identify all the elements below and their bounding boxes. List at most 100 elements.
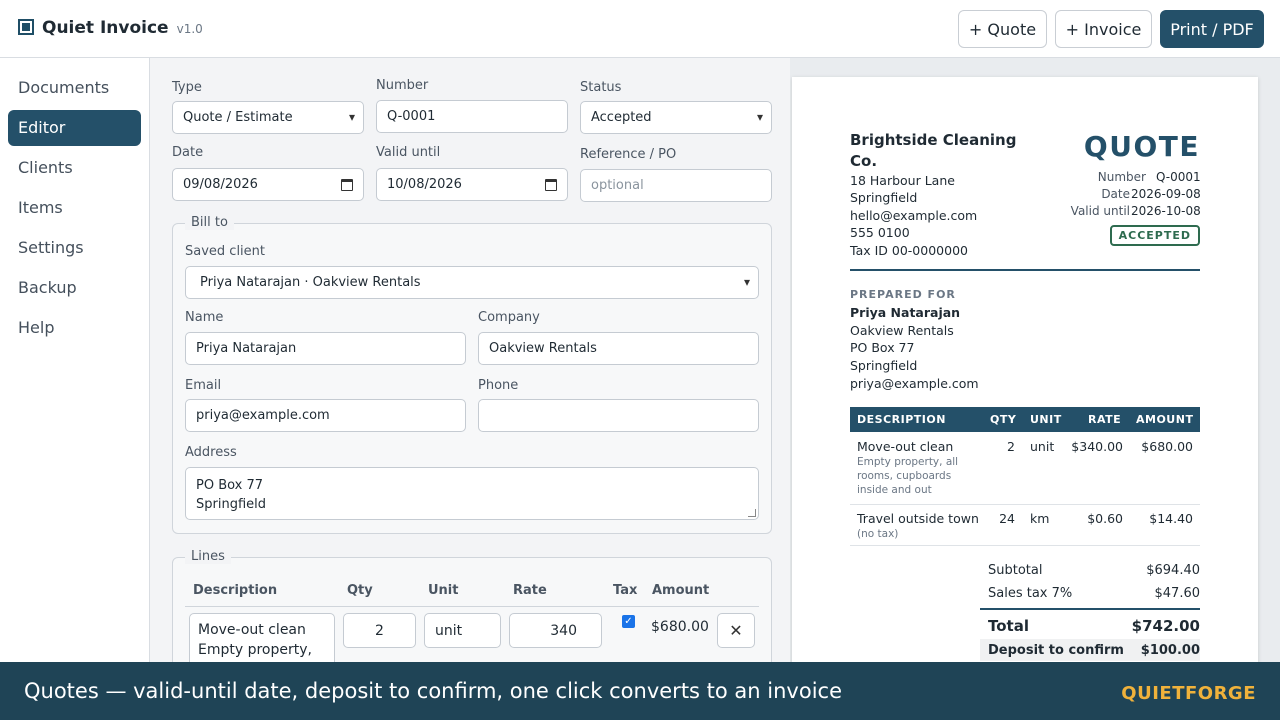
status-select[interactable]: Accepted: [580, 101, 772, 134]
calendar-icon[interactable]: [341, 179, 353, 191]
saved-client-select[interactable]: Priya Natarajan · Oakview Rentals: [185, 266, 759, 299]
address-line: Springfield: [196, 497, 267, 512]
print-pdf-button[interactable]: Print / PDF: [1160, 10, 1264, 48]
row-divider: [850, 504, 1200, 505]
preview-col-qty: QTY: [990, 413, 1017, 426]
preview-item-note: (no tax): [857, 528, 899, 540]
app-title: Quiet Invoice: [42, 18, 169, 38]
sidebar-item-documents[interactable]: Documents: [8, 70, 141, 106]
client-company: Oakview Rentals: [850, 323, 954, 338]
top-bar: Quiet Invoice v1.0 + Quote + Invoice Pri…: [0, 0, 1280, 58]
line-unit-value: unit: [435, 622, 463, 639]
line-description-text: Empty property,: [198, 642, 312, 658]
date-label: Date: [172, 145, 204, 160]
sidebar-item-settings[interactable]: Settings: [8, 230, 141, 266]
line-description-textarea[interactable]: Move-out clean Empty property,: [189, 613, 335, 662]
status-label: Status: [580, 80, 622, 95]
table-divider: [185, 606, 759, 607]
company-address-line: 18 Harbour Lane: [850, 173, 955, 188]
remove-line-button[interactable]: ✕: [717, 613, 755, 648]
line-qty-input[interactable]: 2: [343, 613, 416, 648]
close-icon: ✕: [729, 621, 743, 640]
company-input[interactable]: Oakview Rentals: [478, 332, 759, 365]
footer-tagline: Quotes — valid-until date, deposit to co…: [24, 679, 842, 703]
document-preview: Brightside Cleaning Co. 18 Harbour Lane …: [792, 77, 1258, 662]
sidebar-item-help[interactable]: Help: [8, 310, 141, 346]
reference-input[interactable]: optional: [580, 169, 772, 202]
app-version: v1.0: [176, 22, 203, 36]
sidebar-item-editor[interactable]: Editor: [8, 110, 141, 146]
meta-number-value: Q-0001: [1156, 170, 1201, 184]
preview-item-note: Empty property, all rooms, cupboards ins…: [857, 456, 959, 496]
document-title: QUOTE: [1083, 130, 1200, 163]
deposit-value: $100.00: [1140, 643, 1200, 658]
subtotal-value: $694.40: [1146, 563, 1200, 578]
preview-col-unit: UNIT: [1030, 413, 1062, 426]
resize-handle-icon[interactable]: [748, 509, 756, 517]
col-header-rate: Rate: [513, 583, 547, 598]
date-value: 09/08/2026: [183, 177, 258, 192]
preview-item-amount: $680.00: [1141, 439, 1193, 454]
company-city: Springfield: [850, 190, 918, 205]
company-email: hello@example.com: [850, 208, 978, 223]
preview-table-header: DESCRIPTION QTY UNIT RATE AMOUNT: [850, 407, 1200, 432]
preview-col-description: DESCRIPTION: [857, 413, 946, 426]
name-value: Priya Natarajan: [196, 341, 297, 356]
meta-date-label: Date: [1101, 187, 1130, 201]
name-input[interactable]: Priya Natarajan: [185, 332, 466, 365]
preview-item-unit: unit: [1030, 439, 1055, 454]
client-name: Priya Natarajan: [850, 305, 961, 320]
col-header-unit: Unit: [428, 583, 459, 598]
preview-item-unit: km: [1030, 511, 1050, 526]
client-city: Springfield: [850, 358, 918, 373]
promo-footer: Quotes — valid-until date, deposit to co…: [0, 662, 1280, 720]
sidebar-item-items[interactable]: Items: [8, 190, 141, 226]
preview-item-description: Move-out clean: [857, 439, 954, 454]
date-input[interactable]: 09/08/2026: [172, 168, 364, 201]
address-textarea[interactable]: PO Box 77 Springfield: [185, 467, 759, 520]
reference-placeholder: optional: [591, 178, 644, 193]
preview-item-qty: 24: [999, 511, 1015, 526]
client-address: PO Box 77: [850, 340, 915, 355]
type-label: Type: [172, 80, 202, 95]
meta-valid-label: Valid until: [1070, 204, 1130, 218]
saved-client-value: Priya Natarajan · Oakview Rentals: [200, 275, 421, 290]
address-line: PO Box 77: [196, 478, 264, 493]
address-label: Address: [185, 445, 237, 460]
col-header-amount: Amount: [652, 583, 710, 598]
new-quote-button[interactable]: + Quote: [958, 10, 1047, 48]
line-rate-input[interactable]: 340: [509, 613, 602, 648]
subtotal-label: Subtotal: [988, 563, 1043, 578]
number-value: Q-0001: [387, 109, 436, 124]
company-tax-id: Tax ID 00-0000000: [850, 243, 968, 258]
preview-item-qty: 2: [1007, 439, 1015, 454]
sidebar-item-clients[interactable]: Clients: [8, 150, 141, 186]
calendar-icon[interactable]: [545, 179, 557, 191]
valid-until-input[interactable]: 10/08/2026: [376, 168, 568, 201]
line-tax-checkbox[interactable]: ✓: [622, 615, 635, 628]
preview-item-rate: $340.00: [1071, 439, 1123, 454]
header-rule: [850, 269, 1200, 271]
line-unit-input[interactable]: unit: [424, 613, 501, 648]
line-rate-value: 340: [550, 622, 577, 639]
company-value: Oakview Rentals: [489, 341, 597, 356]
row-divider: [850, 545, 1200, 546]
col-header-tax: Tax: [613, 583, 638, 598]
meta-valid-value: 2026-10-08: [1131, 204, 1201, 218]
deposit-label: Deposit to confirm: [988, 643, 1124, 658]
prepared-for-label: PREPARED FOR: [850, 288, 956, 301]
phone-input[interactable]: [478, 399, 759, 432]
editor-panel: Type Quote / Estimate Number Q-0001 Stat…: [150, 58, 790, 662]
sidebar-item-backup[interactable]: Backup: [8, 270, 141, 306]
number-label: Number: [376, 78, 429, 93]
email-input[interactable]: priya@example.com: [185, 399, 466, 432]
status-badge: ACCEPTED: [1109, 225, 1200, 246]
preview-item-amount: $14.40: [1149, 511, 1193, 526]
new-invoice-button[interactable]: + Invoice: [1055, 10, 1152, 48]
total-label: Total: [988, 617, 1029, 635]
email-label: Email: [185, 378, 222, 393]
type-select[interactable]: Quote / Estimate: [172, 101, 364, 134]
name-label: Name: [185, 310, 224, 325]
client-email: priya@example.com: [850, 376, 979, 391]
number-input[interactable]: Q-0001: [376, 100, 568, 133]
